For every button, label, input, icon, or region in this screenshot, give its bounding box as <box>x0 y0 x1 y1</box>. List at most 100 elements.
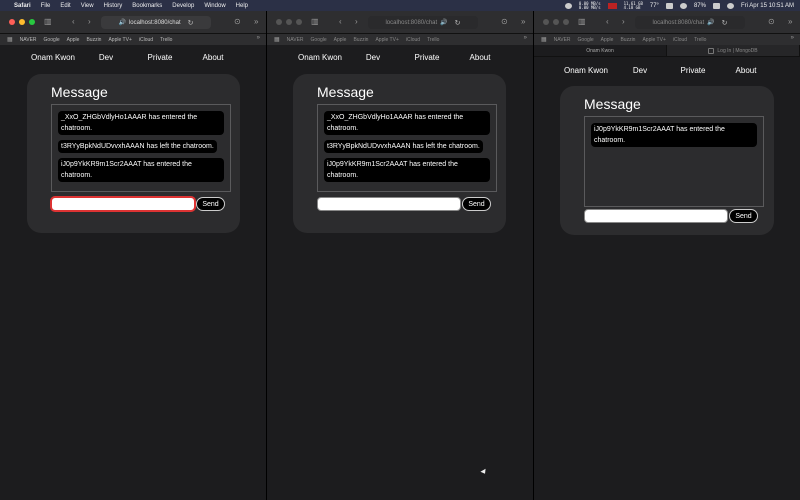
nav-dev[interactable]: Dev <box>99 53 113 62</box>
menu-file[interactable]: File <box>41 3 51 9</box>
network-stats[interactable]: 0.00 MB/s 0.00 MB/s <box>579 1 601 10</box>
send-button[interactable]: Send <box>196 197 225 211</box>
fav-apple[interactable]: Apple <box>601 37 614 43</box>
sidebar-toggle-icon[interactable]: ▥ <box>44 17 52 27</box>
menu-app-name[interactable]: Safari <box>14 3 31 9</box>
battery-icon[interactable] <box>712 2 720 9</box>
downloads-icon[interactable]: ⊙ <box>234 17 241 27</box>
language-flag-icon[interactable] <box>607 2 617 9</box>
fav-icloud[interactable]: iCloud <box>673 37 687 43</box>
nav-private[interactable]: Private <box>148 53 173 62</box>
fav-appletv[interactable]: Apple TV+ <box>375 37 398 43</box>
more-favorites-icon[interactable]: » <box>257 35 260 41</box>
tab-mongodb-login[interactable]: Log In | MongoDB <box>667 45 800 56</box>
audio-playing-icon[interactable]: 🔊 <box>440 19 447 26</box>
grid-icon[interactable]: ▦ <box>7 36 13 43</box>
close-window-button[interactable] <box>276 19 282 25</box>
fav-icloud[interactable]: iCloud <box>406 37 420 43</box>
close-window-button[interactable] <box>9 19 15 25</box>
battery-percent[interactable]: 87% <box>694 3 706 9</box>
sidebar-toggle-icon[interactable]: ▥ <box>311 17 319 27</box>
fav-naver[interactable]: NAVER <box>20 37 37 43</box>
nav-dev[interactable]: Dev <box>366 53 380 62</box>
downloads-icon[interactable]: ⊙ <box>768 17 775 27</box>
grid-icon[interactable]: ▦ <box>274 36 280 43</box>
minimize-window-button[interactable] <box>19 19 25 25</box>
tab-onam-kwon[interactable]: Onam Kwon <box>534 45 667 56</box>
sidebar-toggle-icon[interactable]: ▥ <box>578 17 586 27</box>
zoom-window-button[interactable] <box>563 19 569 25</box>
message-list[interactable]: _XxO_ZHGbVdlyHo1AAAR has entered the cha… <box>51 104 231 192</box>
message-list[interactable]: iJ0p9YkKR9m1Scr2AAAT has entered the cha… <box>584 116 764 207</box>
fav-buzzin[interactable]: Buzzin <box>353 37 368 43</box>
fav-buzzin[interactable]: Buzzin <box>620 37 635 43</box>
message-input[interactable] <box>584 209 728 223</box>
fav-trello[interactable]: Trello <box>427 37 439 43</box>
menu-develop[interactable]: Develop <box>172 3 194 9</box>
minimize-window-button[interactable] <box>286 19 292 25</box>
menu-window[interactable]: Window <box>204 3 225 9</box>
forward-icon[interactable]: › <box>355 17 358 27</box>
audio-playing-icon[interactable]: 🔊 <box>707 19 714 26</box>
nav-home[interactable]: Onam Kwon <box>298 53 342 62</box>
reload-icon[interactable]: ↻ <box>455 19 461 27</box>
temperature[interactable]: 77° <box>650 3 659 9</box>
fav-google[interactable]: Google <box>44 37 60 43</box>
nav-about[interactable]: About <box>203 53 224 62</box>
back-icon[interactable]: ‹ <box>339 17 342 27</box>
address-bar[interactable]: localhost:8080/chat 🔊 ↻ <box>635 16 745 29</box>
menu-history[interactable]: History <box>104 3 123 9</box>
send-button[interactable]: Send <box>462 197 491 211</box>
fav-apple[interactable]: Apple <box>67 37 80 43</box>
nav-private[interactable]: Private <box>415 53 440 62</box>
nav-private[interactable]: Private <box>681 66 706 75</box>
message-input[interactable] <box>51 197 195 211</box>
wifi-icon[interactable] <box>679 2 687 9</box>
address-bar[interactable]: localhost:8080/chat 🔊 ↻ <box>368 16 478 29</box>
more-favorites-icon[interactable]: » <box>791 35 794 41</box>
forward-icon[interactable]: › <box>88 17 91 27</box>
zoom-window-button[interactable] <box>29 19 35 25</box>
nav-dev[interactable]: Dev <box>633 66 647 75</box>
clock[interactable]: Fri Apr 15 10:51 AM <box>741 3 794 9</box>
reload-icon[interactable]: ↻ <box>722 19 728 27</box>
fav-naver[interactable]: NAVER <box>554 37 571 43</box>
record-icon[interactable] <box>564 2 572 9</box>
menu-view[interactable]: View <box>81 3 94 9</box>
forward-icon[interactable]: › <box>622 17 625 27</box>
reload-icon[interactable]: ↻ <box>188 19 194 27</box>
minimize-window-button[interactable] <box>553 19 559 25</box>
more-favorites-icon[interactable]: » <box>524 35 527 41</box>
back-icon[interactable]: ‹ <box>606 17 609 27</box>
fav-google[interactable]: Google <box>311 37 327 43</box>
fav-appletv[interactable]: Apple TV+ <box>642 37 665 43</box>
send-button[interactable]: Send <box>729 209 758 223</box>
menu-help[interactable]: Help <box>236 3 248 9</box>
address-bar[interactable]: 🔊 localhost:8080/chat ↻ <box>101 16 211 29</box>
close-window-button[interactable] <box>543 19 549 25</box>
memory-stats[interactable]: 11.61 GB 4.18 GB <box>624 1 643 10</box>
menu-bookmarks[interactable]: Bookmarks <box>132 3 162 9</box>
grid-icon[interactable]: ▦ <box>541 36 547 43</box>
more-icon[interactable]: » <box>788 17 792 27</box>
nav-about[interactable]: About <box>470 53 491 62</box>
more-icon[interactable]: » <box>521 17 525 27</box>
fav-icloud[interactable]: iCloud <box>139 37 153 43</box>
zoom-window-button[interactable] <box>296 19 302 25</box>
message-icon[interactable] <box>665 2 673 9</box>
message-input[interactable] <box>317 197 461 211</box>
menu-edit[interactable]: Edit <box>60 3 70 9</box>
downloads-icon[interactable]: ⊙ <box>501 17 508 27</box>
nav-home[interactable]: Onam Kwon <box>564 66 608 75</box>
nav-about[interactable]: About <box>736 66 757 75</box>
audio-playing-icon[interactable]: 🔊 <box>118 19 125 26</box>
fav-google[interactable]: Google <box>578 37 594 43</box>
fav-trello[interactable]: Trello <box>694 37 706 43</box>
fav-trello[interactable]: Trello <box>160 37 172 43</box>
back-icon[interactable]: ‹ <box>72 17 75 27</box>
fav-buzzin[interactable]: Buzzin <box>86 37 101 43</box>
message-list[interactable]: _XxO_ZHGbVdlyHo1AAAR has entered the cha… <box>317 104 497 192</box>
control-center-icon[interactable] <box>726 2 734 9</box>
nav-home[interactable]: Onam Kwon <box>31 53 75 62</box>
fav-apple[interactable]: Apple <box>334 37 347 43</box>
